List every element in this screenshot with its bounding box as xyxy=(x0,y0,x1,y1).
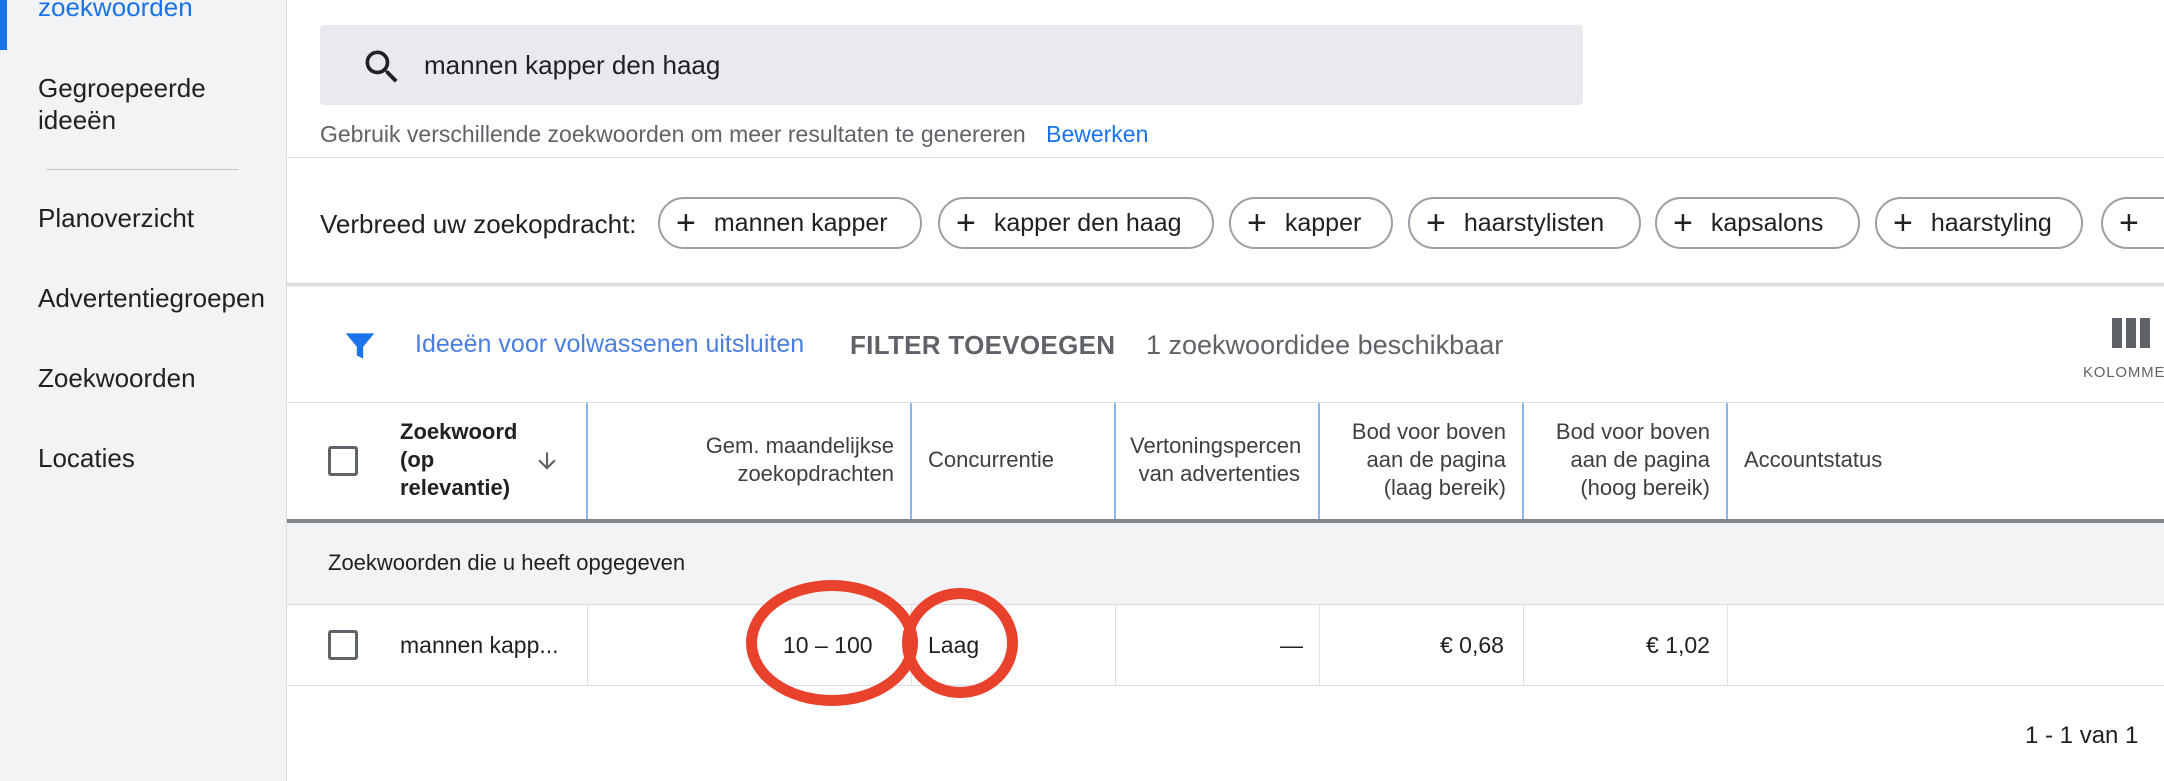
cell-divider xyxy=(1115,605,1116,685)
sidebar-divider xyxy=(46,169,238,170)
annotation-circle-competition xyxy=(902,588,1018,698)
cell-bid-high: € 1,02 xyxy=(1646,632,1710,658)
add-filter-button[interactable]: FILTER TOEVOEGEN xyxy=(850,330,1115,361)
cell-impression-share: — xyxy=(1280,632,1303,658)
sidebar-item-locations[interactable]: Locaties xyxy=(38,442,135,474)
group-row: Zoekwoorden die u heeft opgegeven xyxy=(287,523,2164,605)
column-divider xyxy=(1726,403,1728,519)
broaden-label: Verbreed uw zoekopdracht: xyxy=(320,209,637,239)
search-hint-text: Gebruik verschillende zoekwoorden om mee… xyxy=(320,121,1026,147)
cell-divider xyxy=(1727,605,1728,685)
cell-keyword[interactable]: mannen kapp... xyxy=(400,632,559,659)
column-divider xyxy=(1318,403,1320,519)
search-query: mannen kapper den haag xyxy=(424,50,721,80)
sidebar-item-grouped-ideas[interactable]: Gegroepeerde ideeën xyxy=(38,72,258,136)
header-top-bid-low[interactable]: Bod voor boven aan de pagina (laag berei… xyxy=(1334,418,1506,502)
header-competition[interactable]: Concurrentie xyxy=(928,446,1054,474)
chip-label: kapsalons xyxy=(1710,208,1824,237)
header-ad-impression-share[interactable]: Vertoningspercentage van advertenties xyxy=(1130,432,1300,488)
cell-divider xyxy=(1319,605,1320,685)
plus-icon: + xyxy=(1247,204,1267,242)
group-label: Zoekwoorden die u heeft opgegeven xyxy=(328,550,686,575)
edit-link[interactable]: Bewerken xyxy=(1046,121,1148,147)
pagination: 1 - 1 van 1 xyxy=(2025,722,2139,749)
active-indicator xyxy=(0,0,7,50)
search-hint: Gebruik verschillende zoekwoorden om mee… xyxy=(320,121,1148,148)
sidebar-item-plan-overview[interactable]: Planoverzicht xyxy=(38,202,194,234)
plus-icon: + xyxy=(676,204,696,242)
divider xyxy=(287,157,2164,158)
columns-icon[interactable] xyxy=(2112,318,2150,348)
plus-icon: + xyxy=(1673,204,1693,242)
plus-icon: + xyxy=(1426,204,1446,242)
column-divider xyxy=(910,403,912,519)
sidebar-item-keyword-ideas[interactable]: zoekwoorden xyxy=(38,0,193,23)
header-top-bid-high[interactable]: Bod voor boven aan de pagina (hoog berei… xyxy=(1538,418,1710,502)
columns-label[interactable]: KOLOMMEN xyxy=(2083,364,2164,381)
chip-label: haarstyling xyxy=(1930,208,2052,237)
plus-icon: + xyxy=(2119,204,2139,242)
search-icon xyxy=(365,50,398,83)
plus-icon: + xyxy=(1893,204,1913,242)
chip-kapper-den-haag[interactable]: + kapper den haag xyxy=(938,197,1214,249)
chip-haarstylisten[interactable]: + haarstylisten xyxy=(1408,197,1641,249)
chip-label: kapper den haag xyxy=(993,208,1182,237)
column-divider xyxy=(586,403,588,519)
header-avg-monthly-searches[interactable]: Gem. maandelijkse zoekopdrachten xyxy=(660,432,894,488)
header-keyword[interactable]: Zoekwoord (op relevantie) xyxy=(400,418,520,502)
column-divider xyxy=(1114,403,1116,519)
column-divider xyxy=(1522,403,1524,519)
filter-icon[interactable] xyxy=(340,327,380,365)
search-input[interactable]: mannen kapper den haag xyxy=(320,25,1583,105)
chip-label: mannen kapper xyxy=(713,208,888,237)
chip-haarstyling[interactable]: + haarstyling xyxy=(1875,197,2083,249)
cell-divider xyxy=(587,605,588,685)
chip-kapsalons[interactable]: + kapsalons xyxy=(1655,197,1860,249)
chip-mannen-kapper[interactable]: + mannen kapper xyxy=(658,197,922,249)
chip-more[interactable]: + xyxy=(2101,197,2164,249)
cell-bid-low: € 0,68 xyxy=(1440,632,1504,658)
chip-kapper[interactable]: + kapper xyxy=(1229,197,1393,249)
sidebar-item-ad-groups[interactable]: Advertentiegroepen xyxy=(38,282,265,314)
sidebar-item-keywords[interactable]: Zoekwoorden xyxy=(38,362,196,394)
sidebar: zoekwoorden Gegroepeerde ideeën Planover… xyxy=(0,0,287,781)
select-all-checkbox[interactable] xyxy=(328,446,358,476)
sort-down-icon[interactable] xyxy=(534,448,560,474)
table-row xyxy=(287,605,2164,686)
chip-label: haarstylisten xyxy=(1463,208,1605,237)
header-account-status[interactable]: Accountstatus xyxy=(1744,446,1882,474)
row-checkbox[interactable] xyxy=(328,630,358,660)
cell-divider xyxy=(1523,605,1524,685)
keyword-count: 1 zoekwoordidee beschikbaar xyxy=(1146,330,1504,360)
annotation-circle-searches xyxy=(746,580,918,706)
exclude-adult-ideas-link[interactable]: Ideeën voor volwassenen uitsluiten xyxy=(415,330,804,359)
chip-label: kapper xyxy=(1284,208,1362,237)
plus-icon: + xyxy=(956,204,976,242)
